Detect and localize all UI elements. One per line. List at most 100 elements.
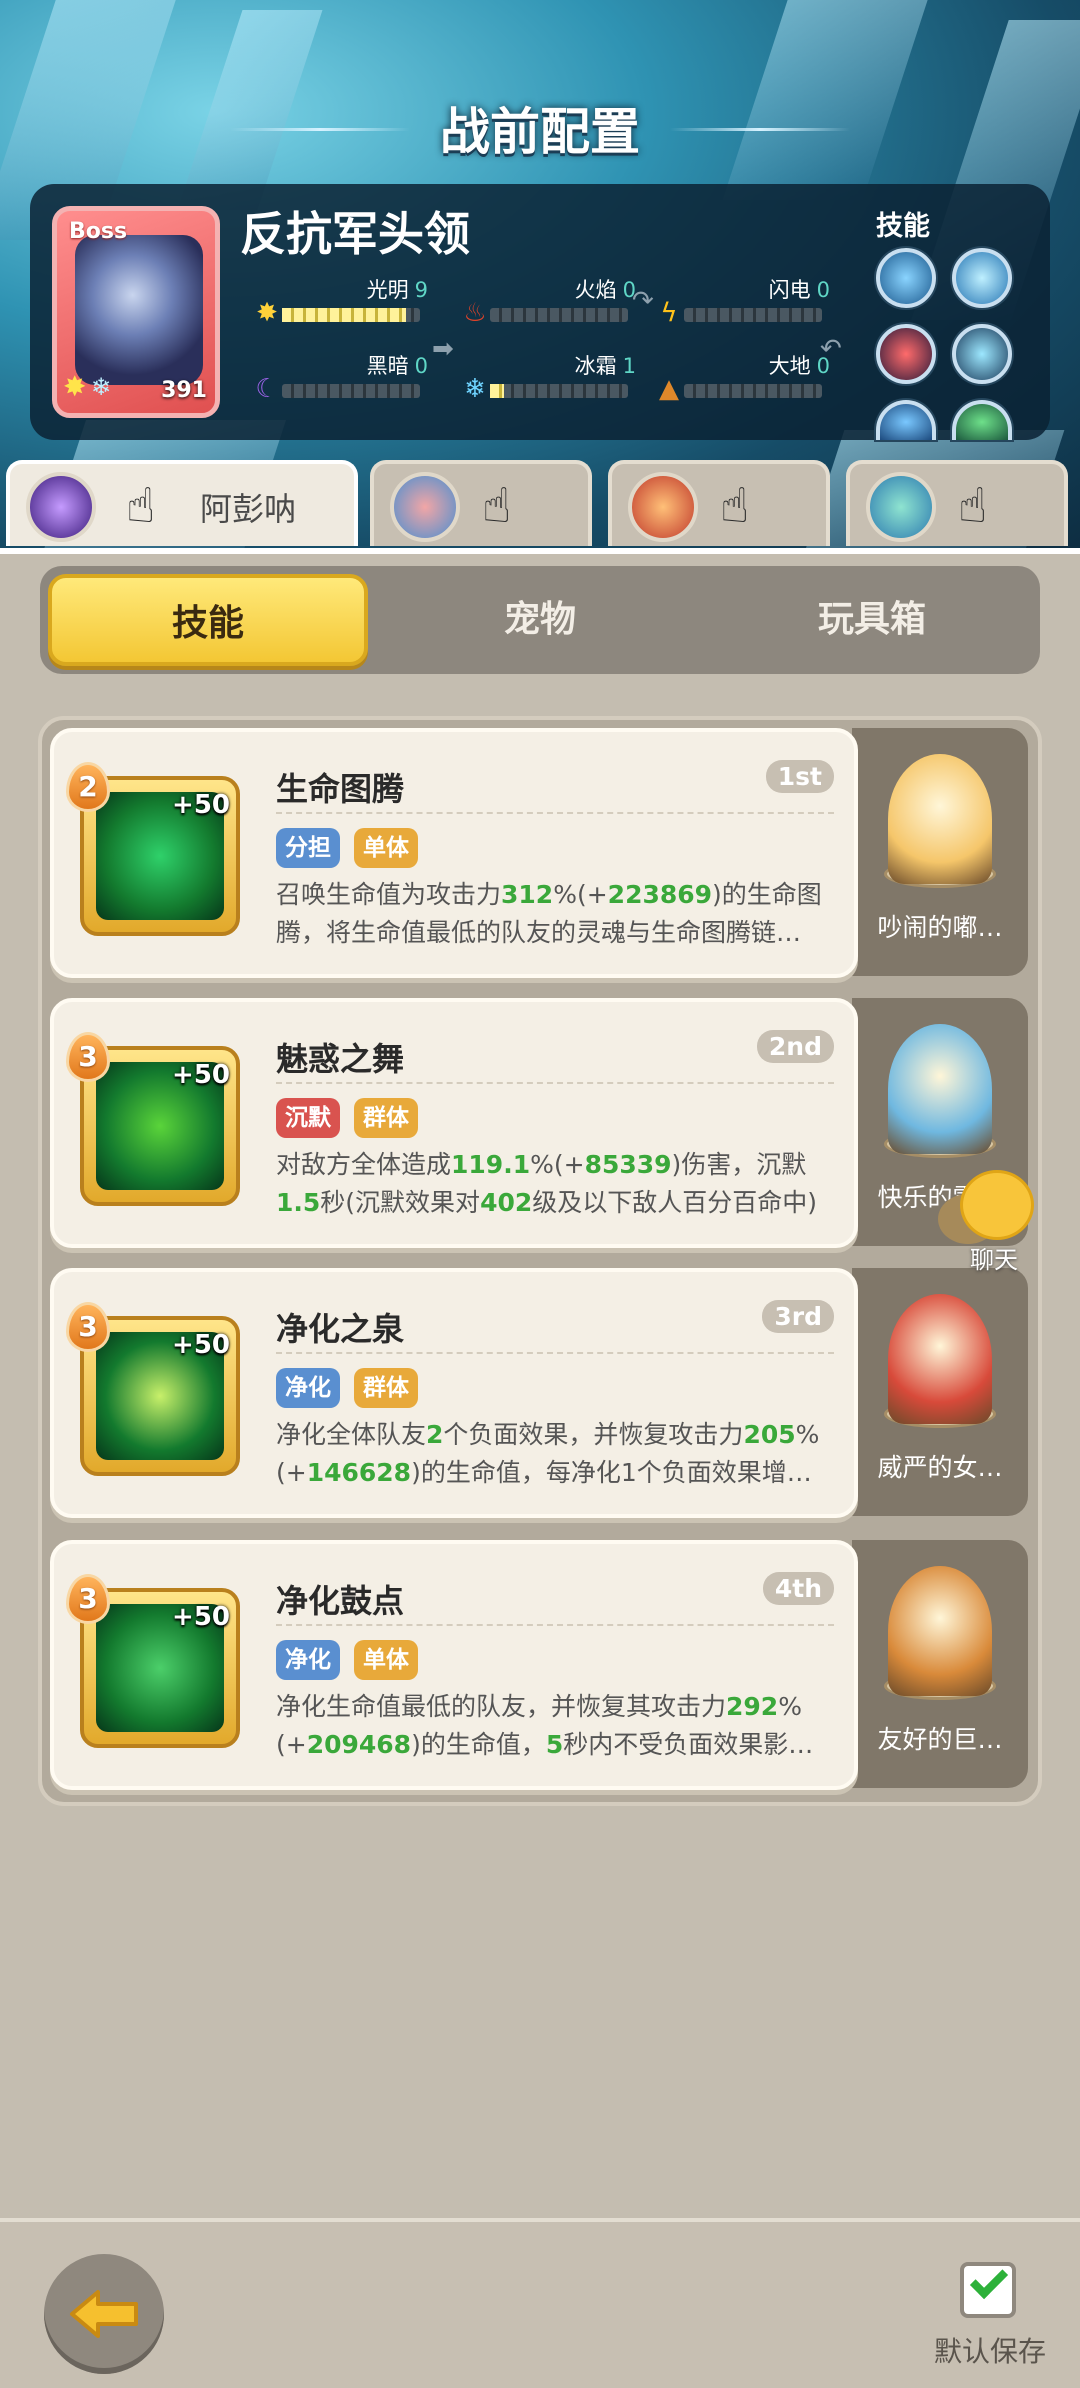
element-bar: [282, 384, 420, 398]
skill-order-badge: 2nd: [756, 1030, 834, 1063]
character-tab[interactable]: ☝: [608, 460, 830, 546]
snowflake-icon: ❄: [464, 374, 486, 404]
character-tab[interactable]: ☝: [846, 460, 1068, 546]
skill-value: 312: [501, 880, 554, 909]
skill-desc-text: )伤害，沉默: [671, 1150, 807, 1179]
character-name: 阿彭呐: [200, 490, 297, 528]
tab-toybox[interactable]: 玩具箱: [712, 574, 1032, 666]
skill-level-badge: 3: [66, 1574, 110, 1624]
boss-skill-icon[interactable]: [952, 324, 1012, 384]
lightning-icon: ϟ: [660, 298, 678, 328]
skill-value: 2: [426, 1420, 444, 1449]
character-avatar: [26, 472, 96, 542]
skill-bonus: +50: [172, 1330, 230, 1360]
cycle-arrow-icon: ↶: [820, 334, 842, 364]
boss-portrait[interactable]: Boss ✸ ❄ 391: [52, 206, 220, 418]
divider: [276, 1082, 834, 1084]
skill-card[interactable]: +50 3 净化鼓点 4th 净化 单体 净化生命值最低的队友，并恢复其攻击力292%(+2…: [50, 1540, 858, 1790]
skill-desc-text: )的生命值，: [411, 1730, 546, 1759]
skill-value: 209468: [306, 1730, 412, 1759]
pet-avatar: [888, 1294, 992, 1424]
boss-level: 391: [161, 378, 207, 403]
tap-hand-icon: ☝: [126, 478, 156, 534]
boss-skill-icon[interactable]: [876, 324, 936, 384]
skill-name: 生命图腾: [276, 770, 405, 808]
pet-slot[interactable]: 吵闹的嘟…: [852, 728, 1028, 976]
skill-card[interactable]: +50 2 生命图腾 1st 分担 单体 召唤生命值为攻击力312%(+223869)的生命…: [50, 728, 858, 978]
skill-desc-text: 净化全体队友: [276, 1420, 427, 1449]
flame-icon: ♨: [463, 298, 487, 328]
character-tab[interactable]: ☝ 阿彭呐: [6, 460, 358, 546]
back-button[interactable]: [44, 2254, 164, 2374]
cycle-arrow-icon: ↷: [632, 286, 654, 316]
skill-desc-text: 级及以下敌人百分百命中): [532, 1188, 818, 1217]
skill-name: 魅惑之舞: [276, 1040, 405, 1078]
skill-desc-text: %(+: [553, 880, 608, 909]
element-value: 0: [414, 354, 428, 378]
boss-skills-title: 技能: [876, 211, 930, 242]
element-bar: [684, 384, 822, 398]
chat-label: 聊天: [970, 1246, 1018, 1274]
cycle-arrow-icon: ➡: [432, 334, 454, 364]
boss-skill-icon[interactable]: [952, 248, 1012, 308]
element-label: 火焰: [574, 278, 617, 302]
boss-avatar: [75, 235, 203, 385]
skill-desc-text: 个负面效果，并恢复攻击力: [443, 1420, 744, 1449]
element-bar-fill: [490, 384, 504, 398]
boss-name: 反抗军头领: [240, 207, 470, 261]
tap-hand-icon: ☝: [482, 478, 512, 534]
skill-bonus: +50: [172, 1060, 230, 1090]
mountain-icon: ▲: [659, 374, 679, 404]
element-fire: ♨ 火焰 0: [460, 274, 660, 334]
pet-slot[interactable]: 威严的女…: [852, 1268, 1028, 1516]
tab-skills[interactable]: 技能: [48, 574, 368, 666]
divider: [276, 1624, 834, 1626]
skill-description: 净化生命值最低的队友，并恢复其攻击力292%(+209468)的生命值，5秒内不…: [276, 1688, 842, 1792]
back-arrow-icon: [70, 2290, 138, 2338]
boss-skill-icon[interactable]: [952, 400, 1012, 440]
snowflake-element-icon: ❄: [91, 373, 112, 401]
element-label: 黑暗: [366, 354, 409, 378]
check-icon: [969, 2260, 1009, 2300]
pet-name: 威严的女…: [877, 1453, 1003, 1482]
pet-avatar: [888, 1566, 992, 1696]
element-label: 闪电: [768, 278, 811, 302]
pet-slot[interactable]: 友好的巨…: [852, 1540, 1028, 1788]
skill-tag: 群体: [354, 1098, 418, 1138]
element-bar: [490, 308, 628, 322]
tab-pets[interactable]: 宠物: [380, 574, 700, 666]
skill-order-badge: 4th: [762, 1572, 834, 1605]
chat-button[interactable]: 聊天: [938, 1170, 1070, 1274]
skill-order-badge: 1st: [765, 760, 834, 793]
section-tabs: 技能 宠物 玩具箱: [40, 566, 1040, 674]
character-tab[interactable]: ☝: [370, 460, 592, 546]
skill-value: 1.5: [276, 1188, 321, 1217]
element-bar: [684, 308, 822, 322]
default-save-checkbox[interactable]: [960, 2260, 1016, 2318]
boss-skill-icon[interactable]: [876, 248, 936, 308]
chat-bubble-icon: [960, 1170, 1034, 1240]
skill-value: 85339: [584, 1150, 672, 1179]
skill-tag: 单体: [354, 828, 418, 868]
element-label: 冰霜: [574, 354, 617, 378]
skill-description: 召唤生命值为攻击力312%(+223869)的生命图腾，将生命值最低的队友的灵魂…: [276, 876, 842, 980]
element-light: ✸ 光明 9: [252, 274, 452, 334]
character-avatar: [390, 472, 460, 542]
skill-bonus: +50: [172, 1602, 230, 1632]
pet-avatar: [888, 754, 992, 884]
sun-icon: ✸: [256, 298, 278, 328]
skill-card[interactable]: +50 3 魅惑之舞 2nd 沉默 群体 对敌方全体造成119.1%(+85339)伤害，沉…: [50, 998, 858, 1248]
tap-hand-icon: ☝: [720, 478, 750, 534]
skill-value: 5: [545, 1730, 564, 1759]
divider: [276, 812, 834, 814]
skill-level-badge: 3: [66, 1032, 110, 1082]
boss-tag: Boss: [69, 219, 128, 244]
skill-card[interactable]: +50 3 净化之泉 3rd 净化 群体 净化全体队友2个负面效果，并恢复攻击力205%(+…: [50, 1268, 858, 1518]
skill-desc-text: 召唤生命值为攻击力: [276, 880, 502, 909]
element-dark: ☾ 黑暗 0: [252, 350, 452, 410]
skill-desc-text: 秒(沉默效果对: [320, 1188, 481, 1217]
skill-value: 223869: [607, 880, 713, 909]
boss-skill-icon[interactable]: [876, 400, 936, 440]
skill-name: 净化鼓点: [276, 1582, 405, 1620]
character-avatar: [628, 472, 698, 542]
